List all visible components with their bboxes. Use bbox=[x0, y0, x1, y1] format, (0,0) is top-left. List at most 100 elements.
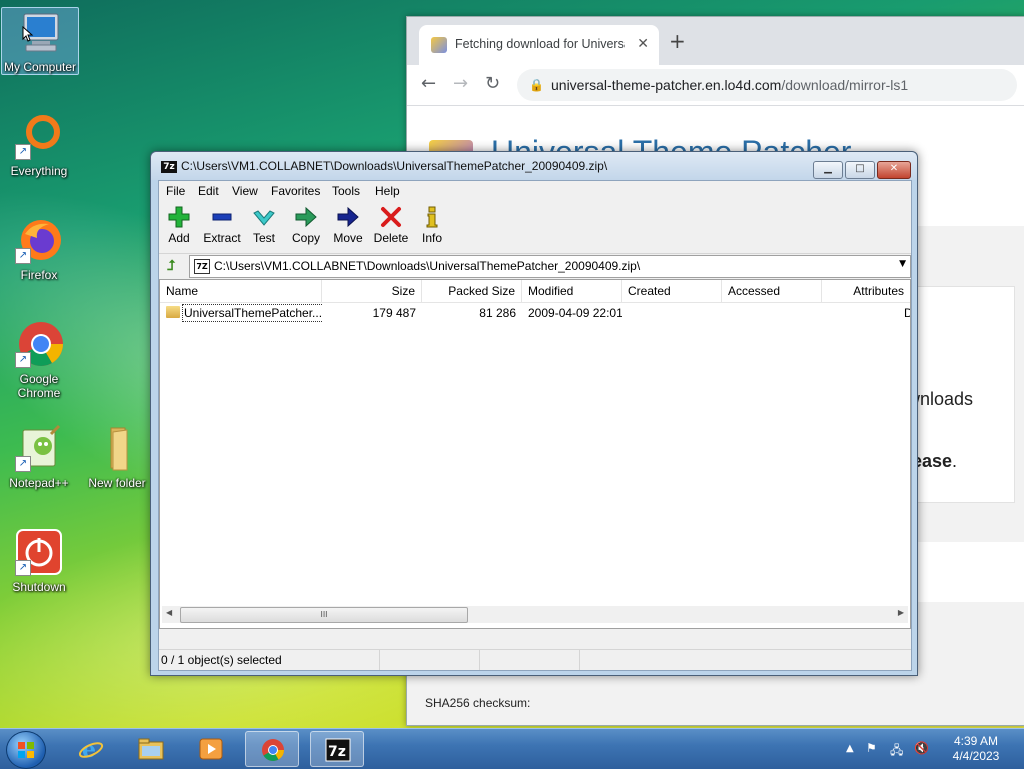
desktop-icon-google-chrome[interactable]: ↗ Google Chrome bbox=[1, 320, 77, 400]
info-icon bbox=[420, 205, 444, 229]
desktop-icon-firefox[interactable]: ↗ Firefox bbox=[1, 216, 77, 282]
desktop-icon-everything[interactable]: ↗ Everything bbox=[1, 112, 77, 178]
menu-tools[interactable]: Tools bbox=[332, 184, 360, 198]
desktop-icon-label: Shutdown bbox=[12, 580, 66, 594]
media-player-icon bbox=[199, 738, 223, 760]
add-button[interactable]: Add bbox=[157, 203, 201, 251]
taskbar-google-chrome[interactable] bbox=[245, 731, 299, 767]
tab-close-icon[interactable]: ✕ bbox=[637, 35, 649, 52]
cell-modified: 2009-04-09 22:01 bbox=[528, 306, 622, 320]
column-header-size[interactable]: Size bbox=[322, 280, 422, 302]
firefox-icon: ↗ bbox=[15, 216, 63, 264]
desktop-icon-label: Everything bbox=[10, 164, 68, 178]
action-center-flag-icon[interactable]: ⚑ bbox=[866, 741, 877, 755]
power-icon: ↗ bbox=[15, 528, 63, 576]
site-favicon-icon bbox=[431, 37, 447, 53]
lock-icon: 🔒 bbox=[529, 78, 544, 92]
copy-arrow-icon bbox=[294, 205, 318, 229]
browser-tab[interactable]: Fetching download for Universal ✕ bbox=[419, 25, 659, 65]
window-titlebar[interactable]: 7z C:\Users\VM1.COLLABNET\Downloads\Univ… bbox=[151, 152, 917, 180]
horizontal-scrollbar[interactable]: ◀ III ▶ bbox=[162, 606, 908, 623]
delete-button[interactable]: Delete bbox=[369, 203, 413, 251]
table-row[interactable]: UniversalThemePatcher... 179 487 81 286 … bbox=[160, 303, 910, 323]
7zip-app-icon: 7z bbox=[161, 161, 177, 173]
checkmark-icon bbox=[252, 205, 276, 229]
url-host: universal-theme-patcher.en.lo4d.com bbox=[551, 77, 782, 93]
clock-date: 4/4/2023 bbox=[952, 749, 1000, 763]
taskbar-7zip[interactable]: 7z bbox=[310, 731, 364, 767]
new-tab-button[interactable]: + bbox=[669, 29, 686, 53]
computer-icon bbox=[16, 8, 64, 56]
delete-x-icon bbox=[379, 205, 403, 229]
move-label: Move bbox=[333, 231, 363, 245]
reload-icon[interactable]: ↻ bbox=[485, 73, 500, 94]
volume-muted-icon[interactable]: 🔇 bbox=[914, 741, 929, 755]
chevron-down-icon[interactable]: ▼ bbox=[899, 259, 906, 269]
column-header-packed-size[interactable]: Packed Size bbox=[422, 280, 522, 302]
browser-tab-strip: Fetching download for Universal ✕ + bbox=[407, 17, 1024, 65]
desktop-icon-my-computer[interactable]: My Computer bbox=[1, 7, 79, 75]
add-label: Add bbox=[168, 231, 190, 245]
column-header-attributes[interactable]: Attributes bbox=[822, 280, 910, 302]
toolbar: Add Extract Test Copy Move Delete Info bbox=[159, 201, 911, 254]
up-folder-button[interactable]: ⮥ bbox=[161, 257, 181, 275]
desktop-icon-new-folder[interactable]: New folder bbox=[79, 424, 155, 490]
chrome-icon: ↗ bbox=[15, 320, 63, 368]
scrollbar-thumb[interactable]: III bbox=[180, 607, 468, 623]
scroll-right-icon[interactable]: ▶ bbox=[898, 608, 904, 617]
info-button[interactable]: Info bbox=[410, 203, 454, 251]
copy-button[interactable]: Copy bbox=[284, 203, 328, 251]
notepad-plus-plus-icon: ↗ bbox=[15, 424, 63, 472]
show-hidden-icons-chevron-icon[interactable]: ▲ bbox=[846, 743, 854, 754]
address-bar[interactable]: 🔒 universal-theme-patcher.en.lo4d.com/do… bbox=[517, 69, 1017, 101]
network-icon[interactable]: 🖧 bbox=[890, 741, 903, 762]
column-header-accessed[interactable]: Accessed bbox=[722, 280, 822, 302]
tab-title: Fetching download for Universal bbox=[455, 37, 625, 51]
maximize-button[interactable]: □ bbox=[845, 161, 875, 179]
menu-view[interactable]: View bbox=[232, 184, 258, 198]
cell-attributes: D bbox=[904, 303, 910, 323]
shortcut-arrow-icon: ↗ bbox=[15, 352, 31, 368]
taskbar-media-player[interactable] bbox=[184, 731, 238, 767]
desktop-icon-shutdown[interactable]: ↗ Shutdown bbox=[1, 528, 77, 594]
taskbar-file-explorer[interactable] bbox=[124, 731, 178, 767]
folder-icon bbox=[93, 424, 141, 472]
extract-button[interactable]: Extract bbox=[200, 203, 244, 251]
move-button[interactable]: Move bbox=[326, 203, 370, 251]
menu-file[interactable]: File bbox=[166, 184, 185, 198]
7zip-app-icon: 7z bbox=[325, 738, 351, 762]
path-field[interactable]: 7Z C:\Users\VM1.COLLABNET\Downloads\Univ… bbox=[189, 255, 911, 278]
file-list[interactable]: Name Size Packed Size Modified Created A… bbox=[159, 279, 911, 629]
desktop-icon-label: New folder bbox=[88, 476, 146, 490]
taskbar-internet-explorer[interactable]: e bbox=[64, 731, 118, 767]
svg-text:7z: 7z bbox=[328, 744, 346, 760]
extract-label: Extract bbox=[203, 231, 241, 245]
column-header-name[interactable]: Name bbox=[160, 280, 322, 302]
start-button[interactable] bbox=[6, 731, 46, 769]
mouse-cursor-icon bbox=[22, 26, 34, 42]
taskbar-clock[interactable]: 4:39 AM 4/4/2023 bbox=[936, 734, 1016, 764]
internet-explorer-icon: e bbox=[78, 737, 104, 761]
minimize-button[interactable]: ▁ bbox=[813, 161, 843, 179]
test-button[interactable]: Test bbox=[242, 203, 286, 251]
scroll-left-icon[interactable]: ◀ bbox=[166, 608, 172, 617]
column-header-created[interactable]: Created bbox=[622, 280, 722, 302]
menu-favorites[interactable]: Favorites bbox=[271, 184, 320, 198]
desktop-icon-notepad-plus-plus[interactable]: ↗ Notepad++ bbox=[1, 424, 77, 490]
status-segment bbox=[479, 650, 580, 670]
window-client-area: File Edit View Favorites Tools Help Add … bbox=[158, 180, 912, 671]
7zip-window[interactable]: 7z C:\Users\VM1.COLLABNET\Downloads\Univ… bbox=[150, 151, 918, 676]
menu-help[interactable]: Help bbox=[375, 184, 400, 198]
forward-arrow-icon[interactable]: → bbox=[453, 73, 468, 94]
status-segment bbox=[379, 650, 480, 670]
cell-created bbox=[622, 303, 722, 323]
page-text-period: . bbox=[952, 451, 958, 471]
column-header-modified[interactable]: Modified bbox=[522, 280, 622, 302]
cell-name: UniversalThemePatcher... bbox=[176, 303, 322, 323]
status-bar: 0 / 1 object(s) selected bbox=[159, 649, 911, 670]
desktop-icon-label: Firefox bbox=[20, 268, 58, 282]
back-arrow-icon[interactable]: ← bbox=[421, 73, 436, 94]
close-button[interactable]: ✕ bbox=[877, 161, 911, 179]
menu-edit[interactable]: Edit bbox=[198, 184, 219, 198]
clock-time: 4:39 AM bbox=[953, 734, 999, 748]
